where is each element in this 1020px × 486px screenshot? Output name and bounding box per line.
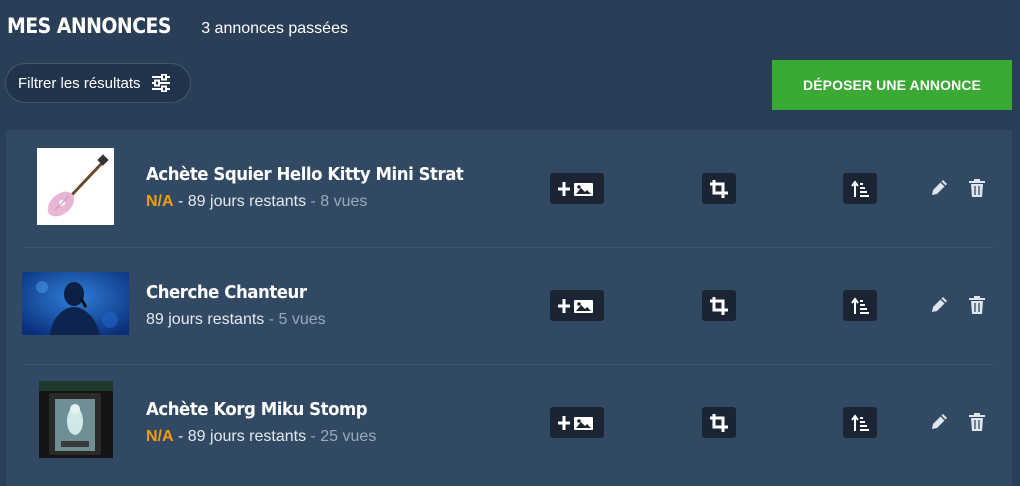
trash-icon [969, 179, 985, 197]
add-photo-icon [558, 181, 593, 196]
view-count: 8 vues [320, 193, 368, 210]
crop-icon [710, 296, 728, 315]
pink-guitar-image [37, 148, 114, 225]
listing-title[interactable]: Achète Korg Miku Stomp [146, 399, 368, 420]
add-photo-icon [558, 415, 593, 430]
crop-button[interactable] [702, 173, 736, 204]
listing-image[interactable] [39, 381, 113, 458]
crop-button[interactable] [702, 290, 736, 321]
days-remaining: 89 jours restants [146, 311, 265, 328]
listing-title[interactable]: Achète Squier Hello Kitty Mini Strat [146, 164, 464, 185]
trash-icon [969, 296, 985, 314]
edit-button[interactable] [928, 411, 950, 433]
trash-icon [969, 413, 985, 431]
price: N/A [146, 193, 174, 210]
days-remaining: 89 jours restants [187, 193, 307, 210]
days-remaining: 89 jours restants [187, 428, 307, 445]
add-photo-button[interactable] [550, 407, 604, 438]
sort-up-icon [851, 179, 869, 197]
listings-panel: Achète Squier Hello Kitty Mini Strat N/A… [6, 130, 1012, 486]
view-count: 25 vues [320, 428, 377, 445]
singer-image [22, 272, 129, 335]
listing-image[interactable] [37, 148, 114, 225]
price: N/A [146, 428, 174, 445]
edit-button[interactable] [928, 177, 950, 199]
delete-button[interactable] [966, 177, 988, 199]
pencil-icon [932, 297, 947, 312]
add-photo-button[interactable] [550, 290, 604, 321]
filter-label: Filtrer les résultats [18, 74, 141, 92]
bump-up-button[interactable] [843, 173, 877, 204]
bump-up-button[interactable] [843, 290, 877, 321]
list-item: Cherche Chanteur 89 jours restants - 5 v… [6, 248, 1012, 365]
page-header: MES ANNONCES 3 annonces passées [7, 14, 348, 38]
pencil-icon [932, 414, 947, 429]
listing-title[interactable]: Cherche Chanteur [146, 282, 307, 303]
ad-count: 3 annonces passées [201, 20, 348, 37]
sort-up-icon [851, 296, 869, 314]
list-item: Achète Korg Miku Stomp N/A - 89 jours re… [6, 365, 1012, 482]
edit-button[interactable] [928, 294, 950, 316]
crop-icon [710, 179, 728, 198]
add-photo-icon [558, 298, 593, 313]
add-photo-button[interactable] [550, 173, 604, 204]
listing-meta: N/A - 89 jours restants - 25 vues [146, 428, 377, 445]
delete-button[interactable] [966, 294, 988, 316]
pencil-icon [932, 180, 947, 195]
sort-up-icon [851, 413, 869, 431]
list-item: Achète Squier Hello Kitty Mini Strat N/A… [6, 130, 1012, 247]
page-title: MES ANNONCES [7, 14, 172, 38]
listing-image[interactable] [22, 272, 129, 335]
bump-up-button[interactable] [843, 407, 877, 438]
listing-meta: N/A - 89 jours restants - 8 vues [146, 193, 368, 210]
delete-button[interactable] [966, 411, 988, 433]
view-count: 5 vues [278, 311, 326, 328]
post-ad-button[interactable]: DÉPOSER UNE ANNONCE [772, 60, 1012, 110]
listing-meta: 89 jours restants - 5 vues [146, 311, 326, 328]
crop-button[interactable] [702, 407, 736, 438]
filter-results-button[interactable]: Filtrer les résultats [5, 63, 191, 103]
crop-icon [710, 413, 728, 432]
sliders-icon [151, 74, 170, 92]
pedal-image [39, 381, 113, 458]
